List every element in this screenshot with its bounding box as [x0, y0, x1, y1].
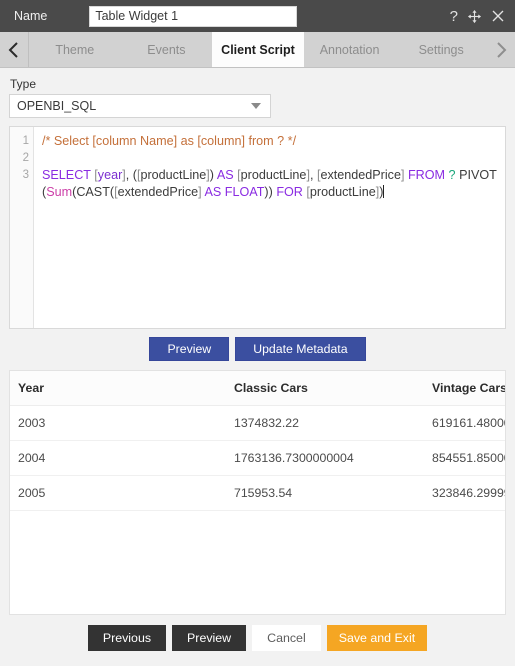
widget-name-input[interactable]	[89, 5, 298, 27]
text-caret	[383, 185, 385, 198]
token-select: SELECT	[42, 168, 91, 182]
tabs-scroll-left-icon[interactable]	[0, 32, 28, 67]
cell-year: 2004	[10, 440, 226, 476]
tab-client-script-label: Client Script	[221, 42, 295, 57]
result-table-head: Year Classic Cars Vintage Cars	[10, 371, 505, 406]
tab-settings[interactable]: Settings	[395, 32, 487, 67]
token-extendedprice: extendedPrice	[117, 185, 199, 199]
cell-classic-cars: 1374832.22	[226, 405, 424, 441]
panel-body: Type OPENBI_SQL 1 2 3 /* Select [column …	[0, 68, 515, 615]
line-number: 1	[22, 135, 29, 147]
token-float: FLOAT	[224, 185, 265, 199]
update-metadata-button[interactable]: Update Metadata	[235, 337, 366, 361]
table-row[interactable]: 2005 715953.54 323846.299999	[10, 475, 505, 511]
move-four-arrows-icon[interactable]	[467, 9, 482, 24]
line-number: 3	[22, 169, 29, 181]
token-productline: productLine	[309, 185, 376, 199]
help-icon[interactable]: ?	[450, 9, 458, 24]
cell-year: 2003	[10, 405, 226, 441]
cell-classic-cars: 715953.54	[226, 475, 424, 511]
editor-action-buttons: Preview Update Metadata	[9, 337, 506, 361]
column-header-classic-cars[interactable]: Classic Cars	[226, 371, 424, 406]
sql-code-editor[interactable]: 1 2 3 /* Select [column Name] as [column…	[9, 126, 506, 329]
editor-code-content[interactable]: /* Select [column Name] as [column] from…	[34, 127, 505, 328]
close-icon[interactable]	[491, 9, 505, 23]
editor-line-number-gutter: 1 2 3	[10, 127, 34, 328]
title-bar-icons: ?	[450, 9, 505, 24]
tab-theme[interactable]: Theme	[29, 32, 121, 67]
preview-button[interactable]: Preview	[149, 337, 230, 361]
token-extendedprice: extendedPrice	[320, 168, 401, 182]
token-for: FOR	[276, 185, 303, 199]
tab-theme-label: Theme	[55, 42, 95, 57]
name-label: Name	[14, 9, 48, 23]
result-table: Year Classic Cars Vintage Cars 2003 1374…	[10, 371, 505, 511]
tabs-container: Theme Events Client Script Annotation Se…	[28, 32, 487, 67]
table-header-row: Year Classic Cars Vintage Cars	[10, 371, 505, 406]
code-sql-statement: SELECT [year], ([productLine]) AS [produ…	[42, 168, 500, 199]
tab-settings-label: Settings	[418, 42, 464, 57]
type-label: Type	[10, 77, 37, 91]
table-row[interactable]: 2003 1374832.22 619161.480000	[10, 405, 505, 441]
tab-events-label: Events	[147, 42, 186, 57]
token-as: AS	[216, 168, 234, 182]
token-parameter: ?	[448, 168, 456, 182]
token-from: FROM	[407, 168, 446, 182]
dialog-footer: Previous Preview Cancel Save and Exit	[0, 610, 515, 666]
token-as: AS	[204, 185, 222, 199]
column-header-year[interactable]: Year	[10, 371, 226, 406]
cell-vintage-cars: 323846.299999	[424, 475, 505, 511]
window-title-bar: Name ?	[0, 0, 515, 32]
tab-annotation[interactable]: Annotation	[304, 32, 396, 67]
column-header-vintage-cars[interactable]: Vintage Cars	[424, 371, 505, 406]
tabs-scroll-right-icon[interactable]	[487, 32, 515, 67]
cell-classic-cars: 1763136.7300000004	[226, 440, 424, 476]
save-and-exit-button[interactable]: Save and Exit	[326, 625, 428, 651]
table-row[interactable]: 2004 1763136.7300000004 854551.850000	[10, 440, 505, 476]
chevron-down-icon	[251, 103, 261, 109]
tab-client-script[interactable]: Client Script	[212, 32, 304, 67]
token-year: year	[97, 168, 123, 182]
tab-events[interactable]: Events	[121, 32, 213, 67]
tab-bar: Theme Events Client Script Annotation Se…	[0, 32, 515, 68]
token-productline: productLine	[140, 168, 207, 182]
code-comment: /* Select [column Name] as [column] from…	[42, 134, 297, 148]
previous-button[interactable]: Previous	[87, 625, 167, 651]
token-cast: CAST	[76, 185, 110, 199]
cancel-button[interactable]: Cancel	[252, 625, 321, 651]
line-number: 2	[22, 152, 29, 164]
tab-annotation-label: Annotation	[319, 42, 380, 57]
token-comma: ,	[125, 168, 133, 182]
type-select[interactable]: OPENBI_SQL	[9, 94, 271, 118]
token-productline: productLine	[240, 168, 307, 182]
cell-vintage-cars: 854551.850000	[424, 440, 505, 476]
token-pivot: PIVOT	[459, 168, 497, 182]
cell-year: 2005	[10, 475, 226, 511]
result-table-body: 2003 1374832.22 619161.480000 2004 17631…	[10, 405, 505, 511]
type-select-value: OPENBI_SQL	[17, 99, 97, 113]
result-table-panel: Year Classic Cars Vintage Cars 2003 1374…	[9, 370, 506, 615]
token-sum: Sum	[46, 185, 73, 199]
cell-vintage-cars: 619161.480000	[424, 405, 505, 441]
token-comma: ,	[309, 168, 317, 182]
footer-preview-button[interactable]: Preview	[172, 625, 247, 651]
